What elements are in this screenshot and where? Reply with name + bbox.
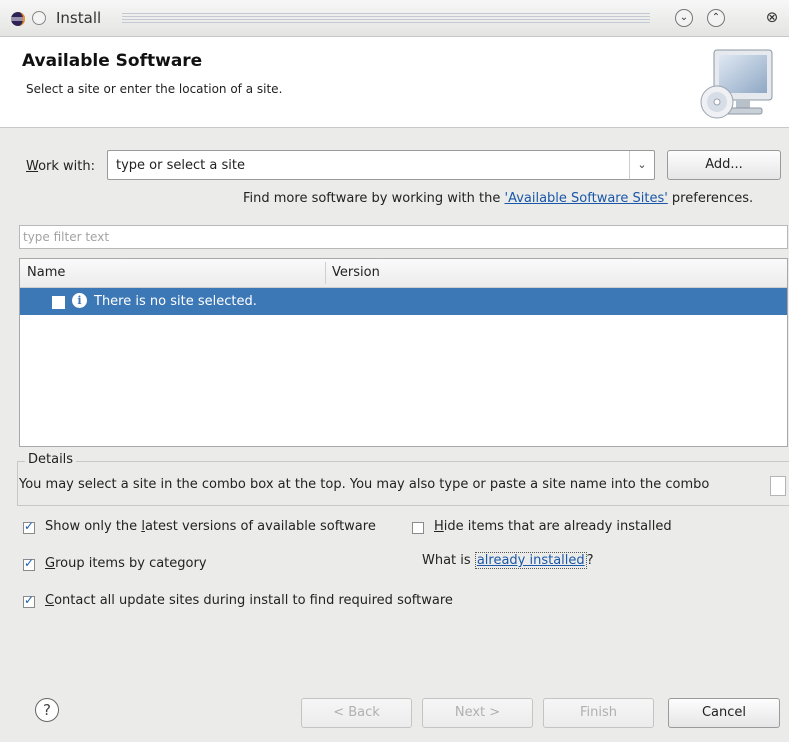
row-name: There is no site selected.: [94, 294, 257, 309]
show-latest-checkbox[interactable]: [23, 519, 35, 534]
show-latest-label[interactable]: Show only the latest versions of availab…: [45, 519, 376, 534]
add-site-button[interactable]: Add...: [667, 150, 781, 180]
pin-icon[interactable]: [31, 10, 47, 26]
page-subtitle: Select a site or enter the location of a…: [26, 82, 283, 96]
what-is-installed: What is already installed?: [422, 552, 594, 569]
filter-input[interactable]: type filter text: [19, 225, 788, 249]
cancel-button[interactable]: Cancel: [668, 698, 780, 728]
details-label: Details: [25, 452, 77, 467]
minimize-icon[interactable]: ⌄: [675, 9, 693, 27]
available-software-sites-link[interactable]: 'Available Software Sites': [505, 191, 668, 206]
title-bar-grip: [122, 13, 650, 23]
finish-button[interactable]: Finish: [543, 698, 654, 728]
work-with-label-rest: ork with:: [38, 159, 96, 174]
what-is-prefix: What is: [422, 553, 475, 568]
next-button[interactable]: Next >: [422, 698, 533, 728]
title-bar[interactable]: Install ⌄ ⌃ ⊗: [0, 0, 789, 37]
help-icon[interactable]: ?: [35, 698, 59, 722]
already-installed-link[interactable]: already installed: [474, 552, 587, 569]
find-more-prefix: Find more software by working with the: [243, 191, 505, 206]
page-title: Available Software: [22, 51, 203, 71]
info-icon: i: [72, 293, 87, 308]
hide-installed-checkbox[interactable]: [412, 522, 424, 534]
eclipse-icon: [11, 12, 25, 26]
details-text: You may select a site in the combo box a…: [19, 477, 710, 492]
work-with-value[interactable]: type or select a site: [116, 158, 245, 173]
close-icon[interactable]: ⊗: [764, 9, 780, 25]
table-row[interactable]: i There is no site selected.: [20, 288, 787, 315]
column-version[interactable]: Version: [332, 265, 380, 280]
details-scrollbar[interactable]: [770, 476, 786, 496]
monitor-cd-icon: [700, 49, 773, 119]
install-dialog: Install ⌄ ⌃ ⊗ Available Software Select …: [0, 0, 789, 742]
what-is-suffix: ?: [586, 553, 594, 568]
contact-all-sites-checkbox[interactable]: [23, 593, 35, 608]
column-name[interactable]: Name: [27, 265, 65, 280]
table-header: Name Version: [20, 259, 787, 288]
find-more-text: Find more software by working with the '…: [243, 191, 753, 206]
software-table[interactable]: Name Version i There is no site selected…: [19, 258, 788, 447]
work-with-combo[interactable]: type or select a site ⌄: [107, 150, 655, 180]
window-title: Install: [56, 9, 102, 27]
back-button[interactable]: < Back: [301, 698, 412, 728]
column-divider[interactable]: [325, 262, 326, 284]
work-with-label: Work with:: [26, 159, 96, 174]
hide-installed-label[interactable]: Hide items that are already installed: [434, 519, 672, 534]
find-more-suffix: preferences.: [667, 191, 754, 206]
group-by-category-label[interactable]: Group items by category: [45, 556, 207, 571]
chevron-down-icon[interactable]: ⌄: [629, 151, 654, 179]
contact-all-sites-label[interactable]: Contact all update sites during install …: [45, 593, 453, 608]
group-by-category-checkbox[interactable]: [23, 556, 35, 571]
row-checkbox[interactable]: [52, 296, 65, 309]
maximize-icon[interactable]: ⌃: [707, 9, 725, 27]
header-banner: Available Software Select a site or ente…: [0, 37, 789, 128]
